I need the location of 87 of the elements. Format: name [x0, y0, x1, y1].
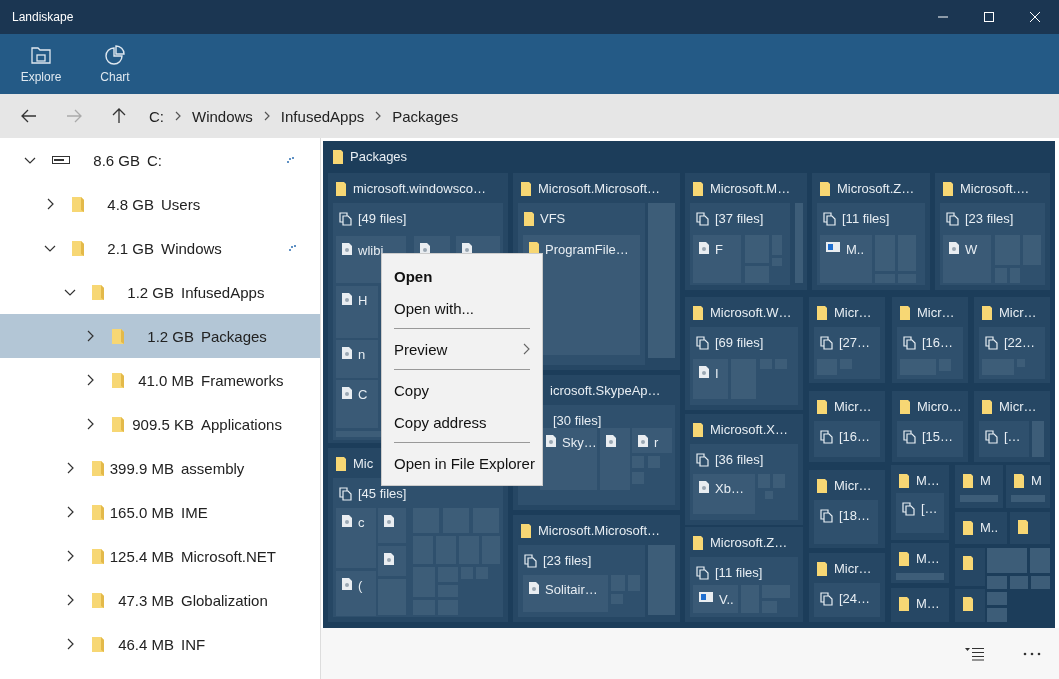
group-label: [23 files] [965, 211, 1014, 226]
folder-name: Microsoft.NET [181, 547, 276, 565]
group-label: [36 files] [715, 452, 764, 467]
file-label: H [358, 293, 368, 308]
group-label: [27… [839, 335, 871, 350]
folder-size: 4.8 GB [106, 195, 154, 213]
folder-label: Microsoft.Microsoft… [538, 181, 661, 196]
folder-name: Packages [201, 327, 267, 345]
folder-label: Microsoft.M… [710, 181, 791, 196]
folder-label: Microsoft.… [960, 181, 1030, 196]
folder-label: Microsoft.Z… [710, 535, 788, 550]
folder-label: M [980, 473, 991, 488]
folder-label: Micr… [834, 478, 872, 493]
folder-label: Mic [353, 456, 374, 471]
folder-label: Micro… [917, 399, 962, 414]
file-label: ( [358, 578, 363, 593]
file-label: W [965, 242, 978, 257]
folder-name: InfusedApps [181, 283, 265, 301]
folder-size: 8.6 GB [92, 151, 140, 169]
folder-label: M… [916, 551, 940, 566]
file-label: Xb… [715, 481, 744, 496]
file-label: Solitair… [545, 582, 598, 597]
folder-label: M.. [980, 520, 999, 535]
folder-size: 47.3 MB [117, 591, 174, 609]
group-label: [30 files] [553, 413, 602, 428]
group-label: [45 files] [358, 486, 407, 501]
folder-size: 46.4 MB [117, 635, 174, 653]
window-title: Landiskape [12, 10, 74, 24]
folder-label: Microsoft.X… [710, 422, 788, 437]
folder-name: Applications [201, 415, 282, 433]
folder-size: 2.1 GB [106, 239, 154, 257]
folder-label: microsoft.windowsco… [353, 181, 486, 196]
folder-name: Frameworks [201, 371, 284, 389]
folder-name: Windows [161, 239, 222, 257]
group-label: [11 files] [715, 565, 763, 580]
folder-label: Micr… [834, 399, 872, 414]
group-label: [24… [839, 591, 871, 606]
file-label: M.. [846, 242, 865, 257]
group-label: VFS [540, 211, 566, 226]
group-label: [16… [839, 429, 871, 444]
folder-label: Micr… [834, 305, 872, 320]
file-label: C [358, 387, 368, 402]
file-label: c [358, 515, 365, 530]
file-label: n [358, 347, 366, 362]
file-label: F [715, 242, 723, 257]
folder-name: Users [161, 195, 201, 213]
folder-size: 399.9 MB [108, 459, 174, 477]
folder-size: 909.5 KB [131, 415, 194, 433]
group-label: [23 files] [543, 553, 592, 568]
group-label: [37 files] [715, 211, 764, 226]
file-label: wlibi [358, 243, 384, 258]
group-label: [69 files] [715, 335, 764, 350]
folder-name: assembly [181, 459, 245, 477]
file-label: Sky… [562, 435, 597, 450]
folder-label: Microsoft.Microsoft… [538, 523, 661, 538]
folder-label: Microsoft.W… [710, 305, 792, 320]
treemap-title: Packages [350, 149, 408, 164]
folder-label: M [1031, 473, 1042, 488]
group-label: [11 files] [842, 211, 890, 226]
folder-label: M… [916, 473, 940, 488]
folder-name: IME [181, 503, 208, 521]
folder-label: Micr… [917, 305, 955, 320]
group-label: [18… [839, 508, 871, 523]
folder-label: Microsoft.Z… [837, 181, 915, 196]
folder-size: 165.0 MB [108, 503, 174, 521]
group-label: [… [1004, 429, 1021, 444]
folder-size: 1.2 GB [126, 283, 174, 301]
folder-size: 41.0 MB [137, 371, 194, 389]
folder-size: 1.2 GB [146, 327, 194, 345]
folder-name: C: [147, 151, 162, 169]
group-label: [49 files] [358, 211, 407, 226]
group-label: [16… [922, 335, 954, 350]
group-label: [… [921, 501, 938, 516]
file-label: ProgramFile… [545, 242, 629, 257]
folder-label: Micr… [834, 561, 872, 576]
folder-label: icrosoft.SkypeAp… [550, 383, 661, 398]
folder-label: Micr… [999, 305, 1037, 320]
file-label: I [715, 366, 719, 381]
file-label: V.. [719, 592, 734, 607]
group-label: [22… [1004, 335, 1036, 350]
folder-name: INF [181, 635, 206, 653]
folder-label: M… [916, 596, 940, 611]
folder-name: Globalization [181, 591, 268, 609]
folder-label: Micr… [999, 399, 1037, 414]
group-label: [15… [922, 429, 954, 444]
file-label: r [654, 435, 659, 450]
folder-size: 125.4 MB [108, 547, 174, 565]
